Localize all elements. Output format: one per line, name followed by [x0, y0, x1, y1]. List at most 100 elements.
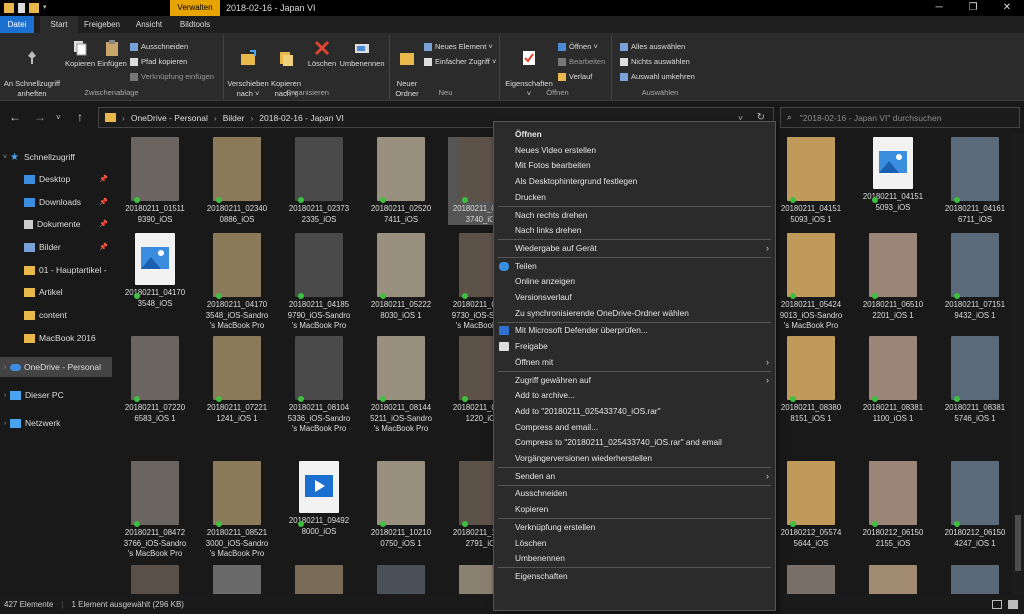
file-tile[interactable]: 20180211_04161 6711_iOS — [940, 137, 1010, 225]
sidebar-item-netzwerk[interactable]: › Netzwerk — [0, 413, 112, 433]
tab-start[interactable]: Start — [40, 16, 78, 33]
breadcrumb-bilder[interactable]: Bilder — [223, 113, 245, 123]
tab-bildtools[interactable]: Bildtools — [172, 16, 218, 33]
file-tile[interactable]: 20180211_01511 9390_iOS — [120, 137, 190, 225]
menu-item[interactable]: Ausschneiden — [494, 486, 775, 501]
menu-item[interactable]: Nach links drehen — [494, 223, 775, 238]
file-tile[interactable]: 20180211_08144 5211_iOS-Sandro 's MacBoo… — [366, 336, 436, 435]
scrollbar-thumb[interactable] — [1015, 515, 1021, 571]
close-button[interactable]: ✕ — [990, 0, 1024, 16]
history-button[interactable]: Verlauf — [558, 72, 592, 81]
new-item-button[interactable]: Neues Element ˅ — [424, 42, 493, 51]
sidebar-item-desktop[interactable]: Desktop 📌 — [0, 169, 112, 189]
details-view-icon[interactable] — [992, 599, 1002, 609]
file-tile[interactable] — [202, 565, 272, 594]
file-tile[interactable]: 20180211_04151 5093_iOS 1 — [776, 137, 846, 225]
file-tile[interactable]: 20180211_02520 7411_iOS — [366, 137, 436, 225]
file-tile[interactable]: 20180211_02340 0886_iOS — [202, 137, 272, 225]
sidebar-item-downloads[interactable]: Downloads 📌 — [0, 192, 112, 212]
sidebar-item-dokumente[interactable]: Dokumente 📌 — [0, 214, 112, 234]
sidebar-item-dieser-pc[interactable]: › Dieser PC — [0, 385, 112, 405]
menu-item[interactable]: Öffnen — [494, 127, 775, 142]
tab-verwalten[interactable]: Verwalten — [170, 0, 220, 16]
menu-item[interactable]: Öffnen mit › — [494, 355, 775, 370]
file-tile[interactable]: 20180211_02373 2335_iOS — [284, 137, 354, 225]
chevron-down-icon[interactable]: ▾ — [43, 3, 53, 13]
checklist-icon[interactable] — [18, 3, 25, 13]
file-tile[interactable]: 20180211_04151 5093_iOS — [858, 137, 928, 213]
chevron-right-icon[interactable]: › — [0, 392, 10, 399]
copy-button[interactable]: Kopieren — [64, 39, 96, 69]
menu-item[interactable]: Freigabe — [494, 339, 775, 354]
menu-item[interactable]: Add to "20180211_025433740_iOS.rar" — [494, 404, 775, 419]
menu-item[interactable]: Löschen — [494, 536, 775, 551]
menu-item[interactable]: Online anzeigen — [494, 274, 775, 289]
file-tile[interactable]: 20180211_07151 9432_iOS 1 — [940, 233, 1010, 321]
menu-item[interactable]: Verknüpfung erstellen — [494, 520, 775, 535]
delete-button[interactable]: Löschen — [306, 39, 338, 69]
menu-item[interactable]: Add to archive... — [494, 388, 775, 403]
tab-datei[interactable]: Datei — [0, 16, 34, 33]
file-tile[interactable]: 20180212_05574 5644_iOS — [776, 461, 846, 549]
chevron-right-icon[interactable]: › — [0, 420, 10, 427]
menu-item[interactable]: Compress to "20180211_025433740_iOS.rar"… — [494, 435, 775, 450]
file-tile[interactable]: 20180211_08472 3766_iOS-Sandro 's MacBoo… — [120, 461, 190, 560]
sidebar-item-onedrive[interactable]: › OneDrive - Personal — [0, 357, 112, 377]
file-tile[interactable]: 20180212_06150 2155_iOS — [858, 461, 928, 549]
vertical-scrollbar[interactable] — [1012, 133, 1024, 594]
sidebar-item-hauptartikel[interactable]: 01 - Hauptartikel - — [0, 260, 112, 280]
menu-item[interactable]: Versionsverlauf — [494, 290, 775, 305]
file-tile[interactable] — [776, 565, 846, 594]
invert-selection-button[interactable]: Auswahl umkehren — [620, 72, 695, 81]
file-tile[interactable]: 20180211_08380 8151_iOS 1 — [776, 336, 846, 424]
menu-item[interactable]: Eigenschaften — [494, 569, 775, 584]
menu-item[interactable]: Senden an › — [494, 469, 775, 484]
file-tile[interactable]: 20180211_05222 8030_iOS 1 — [366, 233, 436, 321]
menu-item[interactable]: Zu synchronisierende OneDrive-Ordner wäh… — [494, 306, 775, 321]
file-tile[interactable] — [120, 565, 190, 594]
menu-item[interactable]: Teilen — [494, 259, 775, 274]
menu-item[interactable]: Compress and email... — [494, 420, 775, 435]
sidebar-item-content[interactable]: content — [0, 305, 112, 325]
file-tile[interactable]: 20180211_06510 2201_iOS 1 — [858, 233, 928, 321]
file-tile[interactable]: 20180211_07221 1241_iOS 1 — [202, 336, 272, 424]
new-folder-icon[interactable] — [29, 3, 39, 13]
paste-button[interactable]: Einfügen — [96, 39, 128, 69]
open-button[interactable]: Öffnen ˅ — [558, 42, 598, 51]
file-tile[interactable]: 20180211_08381 5746_iOS 1 — [940, 336, 1010, 424]
file-tile[interactable]: 20180211_08521 3000_iOS-Sandro 's MacBoo… — [202, 461, 272, 560]
file-tile[interactable]: 20180211_04185 9790_iOS-Sandro 's MacBoo… — [284, 233, 354, 332]
sidebar-item-artikel[interactable]: Artikel — [0, 282, 112, 302]
file-tile[interactable]: 20180211_09492 8000_iOS — [284, 461, 354, 537]
tab-freigeben[interactable]: Freigeben — [80, 16, 124, 33]
tiles-view-icon[interactable] — [1008, 599, 1018, 609]
menu-item[interactable]: Kopieren — [494, 502, 775, 517]
minimize-button[interactable]: ─ — [922, 0, 956, 16]
recent-chevron-icon[interactable]: ˅ — [56, 113, 61, 122]
menu-item[interactable]: Vorgängerversionen wiederherstellen — [494, 451, 775, 466]
menu-item[interactable]: Umbenennen — [494, 551, 775, 566]
cut-button[interactable]: Ausschneiden — [130, 42, 188, 51]
rename-button[interactable]: Umbenennen — [338, 39, 386, 69]
menu-item[interactable]: Mit Fotos bearbeiten — [494, 158, 775, 173]
sidebar-item-macbook[interactable]: MacBook 2016 — [0, 328, 112, 348]
breadcrumb-current[interactable]: 2018-02-16 - Japan VI — [259, 113, 344, 123]
select-none-button[interactable]: Nichts auswählen — [620, 57, 690, 66]
chevron-down-icon[interactable]: ˅ — [0, 154, 10, 161]
forward-button[interactable]: → — [34, 110, 46, 124]
copy-path-button[interactable]: Pfad kopieren — [130, 57, 187, 66]
file-tile[interactable]: 20180211_08104 5336_iOS-Sandro 's MacBoo… — [284, 336, 354, 435]
menu-item[interactable]: Drucken — [494, 190, 775, 205]
maximize-button[interactable]: ❐ — [956, 0, 990, 16]
menu-item[interactable]: Neues Video erstellen — [494, 143, 775, 158]
up-button[interactable]: ↑ — [77, 110, 83, 124]
file-tile[interactable] — [284, 565, 354, 594]
menu-item[interactable]: Als Desktophintergrund festlegen — [494, 174, 775, 189]
paste-shortcut-button[interactable]: Verknüpfung einfügen — [130, 72, 214, 81]
sidebar-item-bilder[interactable]: Bilder 📌 — [0, 237, 112, 257]
file-tile[interactable]: 20180211_04170 3548_iOS-Sandro 's MacBoo… — [202, 233, 272, 332]
menu-item[interactable]: Mit Microsoft Defender überprüfen... — [494, 323, 775, 338]
file-tile[interactable]: 20180212_06150 4247_iOS 1 — [940, 461, 1010, 549]
chevron-right-icon[interactable]: › — [0, 364, 10, 371]
easy-access-button[interactable]: Einfacher Zugriff ˅ — [424, 57, 496, 66]
